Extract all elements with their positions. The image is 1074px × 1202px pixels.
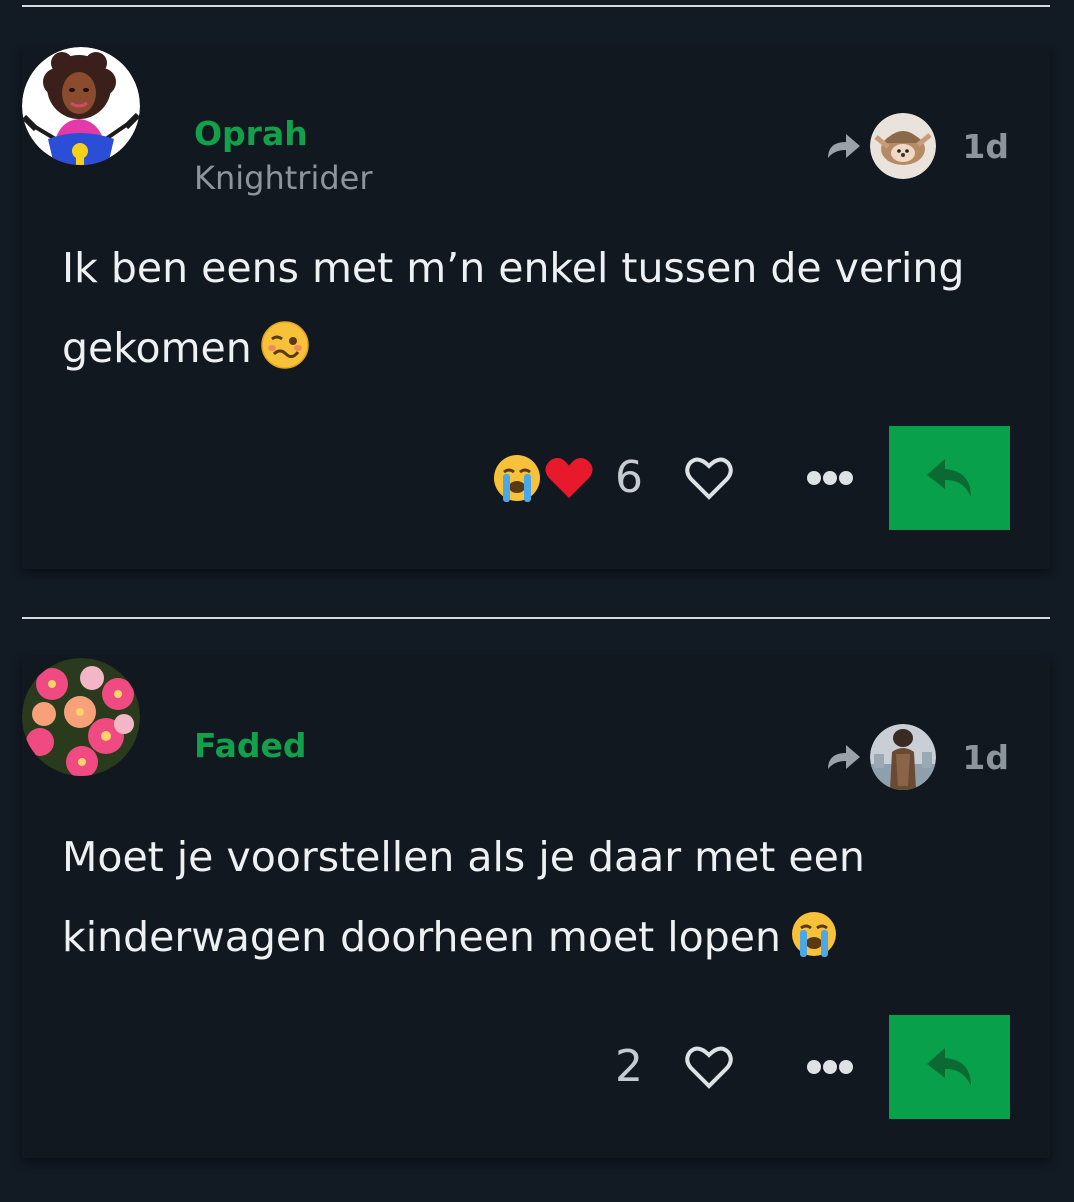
reply-to-avatar[interactable] [870, 724, 936, 790]
crying-face-icon [792, 912, 837, 957]
reply-to-indicator[interactable] [826, 113, 936, 179]
post-date[interactable]: 1d [962, 741, 1009, 774]
share-arrow-icon [828, 134, 860, 158]
post-body-line: kinderwagen doorheen moet lopen [62, 913, 782, 961]
red-heart-icon [545, 458, 593, 498]
post-body-line: Moet je voorstellen als je daar met een [62, 833, 865, 881]
user-title: Knightrider [194, 159, 373, 197]
post-card: Oprah Knightrider 1d Ik ben eens met m’n… [22, 47, 1050, 569]
avatar[interactable] [22, 658, 140, 776]
like-heart-icon[interactable] [683, 1041, 735, 1093]
reply-icon [926, 1048, 971, 1086]
more-options-icon[interactable] [805, 468, 855, 488]
avatar[interactable] [22, 47, 140, 165]
reactions-summary[interactable] [491, 452, 595, 504]
post-divider [22, 617, 1050, 619]
reply-icon [926, 459, 971, 497]
woozy-face-icon [261, 321, 309, 369]
post-divider [22, 5, 1050, 7]
post-actions: 6 [491, 426, 1010, 530]
like-heart-icon[interactable] [683, 452, 735, 504]
topic-feed: Oprah Knightrider 1d Ik ben eens met m’n… [0, 0, 1074, 1202]
post-body-line-wrap: gekomen [62, 308, 1012, 388]
post-body: Moet je voorstellen als je daar met een … [62, 817, 1012, 977]
reply-button[interactable] [889, 1015, 1010, 1119]
crying-face-icon [494, 455, 540, 502]
more-options-icon[interactable] [805, 1057, 855, 1077]
post-date[interactable]: 1d [962, 130, 1009, 163]
reply-to-avatar[interactable] [870, 113, 936, 179]
share-arrow-icon [828, 745, 860, 769]
post-body: Ik ben eens met m’n enkel tussen de veri… [62, 228, 1012, 388]
like-count[interactable]: 6 [615, 456, 643, 500]
like-count[interactable]: 2 [615, 1045, 643, 1089]
username[interactable]: Faded [194, 729, 307, 762]
post-body-line: Ik ben eens met m’n enkel tussen de veri… [62, 244, 965, 292]
reply-button[interactable] [889, 426, 1010, 530]
post-card: Faded 1d Moet je voorstellen als je daar [22, 658, 1050, 1158]
post-body-line-wrap: kinderwagen doorheen moet lopen [62, 897, 1012, 977]
username[interactable]: Oprah [194, 117, 308, 150]
post-body-line: gekomen [62, 324, 252, 372]
post-actions: 2 [615, 1015, 1010, 1119]
reply-to-indicator[interactable] [826, 724, 936, 790]
